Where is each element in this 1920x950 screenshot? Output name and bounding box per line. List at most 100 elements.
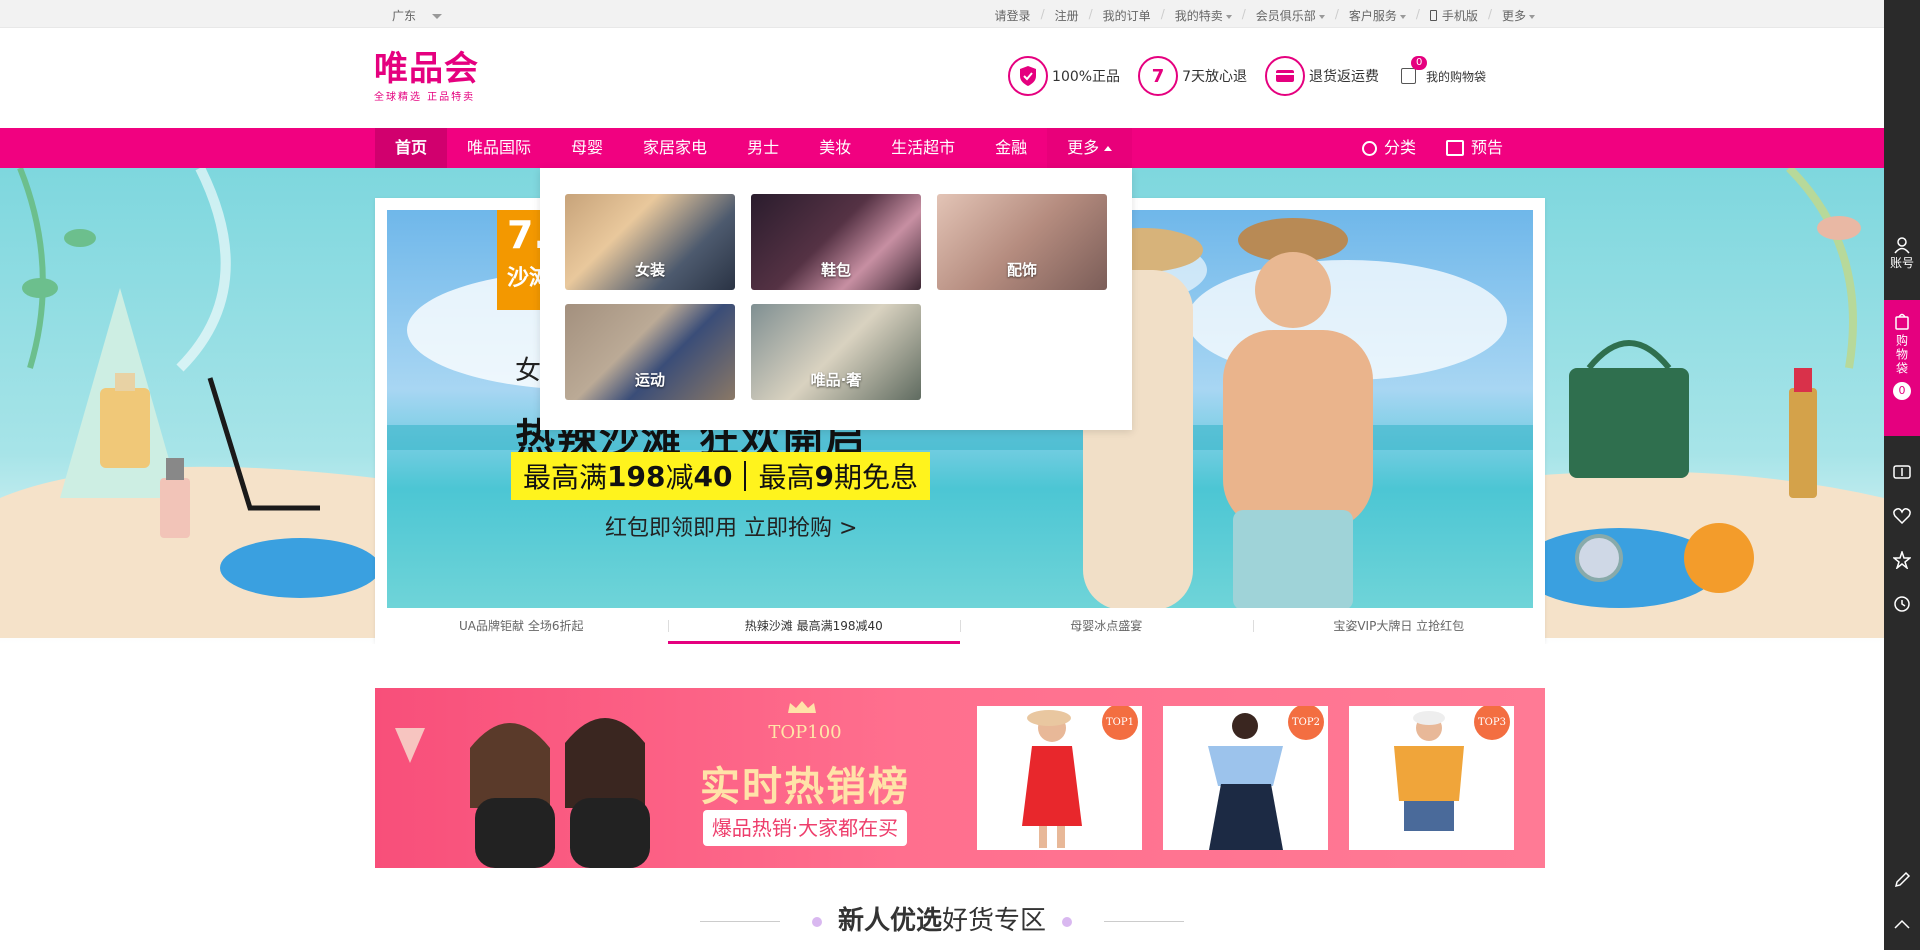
- shield-icon: [1008, 56, 1049, 96]
- offer-text: 9: [814, 459, 834, 493]
- nav-preview[interactable]: 预告: [1416, 128, 1503, 168]
- promise-label: 退货返运费: [1308, 69, 1379, 85]
- rail-account[interactable]: 账号: [1884, 236, 1920, 271]
- nav-home[interactable]: 首页: [375, 128, 448, 168]
- top100-label: TOP100: [768, 722, 842, 743]
- mobile-link[interactable]: 手机版: [1429, 7, 1478, 24]
- hero-pretext: 女: [515, 356, 542, 386]
- customer-service-menu[interactable]: 客户服务: [1349, 7, 1406, 24]
- star-icon[interactable]: [1884, 540, 1920, 580]
- category-card-womens[interactable]: 女装: [565, 194, 735, 290]
- hot-product[interactable]: TOP1: [977, 706, 1142, 850]
- my-orders-link[interactable]: 我的订单: [1103, 7, 1151, 24]
- card-label: 唯品·奢: [810, 371, 862, 389]
- category-card-accessories[interactable]: 配饰: [937, 194, 1107, 290]
- more-menu[interactable]: 更多: [1502, 7, 1535, 24]
- chevron-down-icon: [1225, 14, 1232, 19]
- history-icon[interactable]: [1884, 584, 1920, 624]
- rail-cart[interactable]: 购物袋 0: [1884, 300, 1920, 436]
- member-club-label: 会员俱乐部: [1255, 9, 1316, 23]
- section-title: 新人优选好货专区: [0, 900, 1884, 937]
- slide-tab-active[interactable]: 热辣沙滩 最高满198减40: [667, 608, 960, 644]
- shopping-bag[interactable]: 0 我的购物袋: [1400, 55, 1486, 85]
- site-header: 唯品会 全球精选 正品特卖 100%正品 7 7天放心退 退货返运费 0 我的购…: [0, 28, 1884, 128]
- top-bar: 广东 请登录 / 注册 / 我的订单 / 我的特卖 / 会员俱乐部 / 客户服务 / 手机版…: [0, 0, 1884, 28]
- nav-category-label: 分类: [1383, 138, 1416, 157]
- offer-text: 最高: [758, 461, 815, 494]
- promise-label: 100%正品: [1052, 69, 1121, 85]
- cart-label: 我的购物袋: [1425, 69, 1486, 84]
- section-title-bold: 新人优选: [837, 906, 942, 936]
- member-club-menu[interactable]: 会员俱乐部: [1256, 7, 1325, 24]
- separator: /: [1241, 7, 1246, 21]
- offer-text: 40: [693, 459, 733, 493]
- promise-return-7days[interactable]: 7 7天放心退: [1138, 56, 1247, 96]
- register-link[interactable]: 注册: [1055, 7, 1079, 24]
- top-links: 请登录 / 注册 / 我的订单 / 我的特卖 / 会员俱乐部 / 客户服务 / 手机版 / 更…: [985, 7, 1545, 24]
- separator: /: [1160, 7, 1165, 21]
- separator: /: [1415, 7, 1420, 21]
- nav-more-label: 更多: [1067, 138, 1100, 157]
- hero-offer: 最高满 198 减 40 最高 9 期免息: [511, 452, 930, 500]
- category-card-sports[interactable]: 运动: [565, 304, 735, 400]
- card-label: 鞋包: [820, 261, 851, 279]
- separator: /: [1487, 7, 1492, 21]
- decor-right-image: [1509, 168, 1884, 638]
- hot-center: TOP100 实时热销榜 爆品热销·大家都在买: [675, 688, 935, 868]
- card-label: 运动: [634, 371, 665, 389]
- promise-free-return-shipping[interactable]: 退货返运费: [1264, 56, 1379, 96]
- separator: /: [1334, 7, 1339, 21]
- nav-home-appliance[interactable]: 家居家电: [623, 128, 727, 168]
- more-label: 更多: [1501, 9, 1526, 23]
- separator: /: [1040, 7, 1045, 21]
- main-nav: 首页 唯品国际 母婴 家居家电 男士 美妆 生活超市 金融 更多 分类 预告: [0, 128, 1884, 168]
- bag-icon: [1895, 313, 1909, 330]
- logo-slogan: 全球精选 正品特卖: [374, 92, 476, 103]
- section-title-rest: 好货专区: [942, 906, 1047, 936]
- slide-tab[interactable]: 宝姿VIP大牌日 立抢红包: [1252, 608, 1546, 644]
- separator: /: [1088, 7, 1093, 21]
- nav-men[interactable]: 男士: [727, 128, 799, 168]
- region-label: 广东: [392, 9, 417, 23]
- promises: 100%正品 7 7天放心退 退货返运费 0 我的购物袋: [990, 55, 1486, 96]
- nav-finance[interactable]: 金融: [975, 128, 1047, 168]
- my-sales-menu[interactable]: 我的特卖: [1175, 7, 1232, 24]
- chevron-down-icon: [1399, 14, 1406, 19]
- hot-products: TOP1 TOP2 TOP3: [977, 706, 1535, 850]
- heart-icon[interactable]: [1884, 496, 1920, 536]
- hot-title: 实时热销榜: [700, 764, 910, 810]
- hot-subtitle: 爆品热销·大家都在买: [703, 810, 907, 846]
- slide-tab[interactable]: 母婴冰点盛宴: [960, 608, 1253, 644]
- offer-text: 期免息: [833, 461, 918, 494]
- promise-authentic[interactable]: 100%正品: [1008, 56, 1120, 96]
- search-list-icon: [1361, 140, 1377, 156]
- nav-beauty[interactable]: 美妆: [799, 128, 871, 168]
- chevron-down-icon: [1318, 14, 1325, 19]
- hot-sales-banner[interactable]: TOP100 实时热销榜 爆品热销·大家都在买 TOP1 TOP2 TOP3: [375, 688, 1545, 868]
- category-card-shoes-bags[interactable]: 鞋包: [751, 194, 921, 290]
- rail-cart-count: 0: [1893, 382, 1911, 400]
- mobile-label: 手机版: [1441, 9, 1478, 23]
- customer-service-label: 客户服务: [1348, 9, 1397, 23]
- more-dropdown: 女装 鞋包 配饰 运动 唯品·奢: [540, 168, 1132, 430]
- category-card-luxury[interactable]: 唯品·奢: [751, 304, 921, 400]
- back-to-top-icon[interactable]: [1884, 904, 1920, 944]
- bag-icon: [1400, 68, 1416, 84]
- nav-international[interactable]: 唯品国际: [447, 128, 551, 168]
- login-link[interactable]: 请登录: [995, 7, 1031, 24]
- nav-baby[interactable]: 母婴: [551, 128, 623, 168]
- nav-supermarket[interactable]: 生活超市: [871, 128, 975, 168]
- offer-text: 198: [607, 459, 666, 493]
- nav-more[interactable]: 更多: [1047, 128, 1133, 168]
- edit-icon[interactable]: [1884, 860, 1920, 900]
- hero-cta[interactable]: 红包即领即用 立即抢购 >: [605, 510, 857, 542]
- hot-product[interactable]: TOP2: [1163, 706, 1328, 850]
- coupon-icon[interactable]: [1884, 452, 1920, 492]
- nav-category[interactable]: 分类: [1332, 128, 1416, 168]
- region-selector[interactable]: 广东: [392, 7, 443, 24]
- chevron-down-icon: [1529, 14, 1535, 19]
- rail-account-label: 账号: [1889, 256, 1914, 270]
- logo[interactable]: 唯品会 全球精选 正品特卖: [374, 50, 479, 103]
- hot-product[interactable]: TOP3: [1349, 706, 1514, 850]
- slide-tab[interactable]: UA品牌钜献 全场6折起: [375, 608, 668, 644]
